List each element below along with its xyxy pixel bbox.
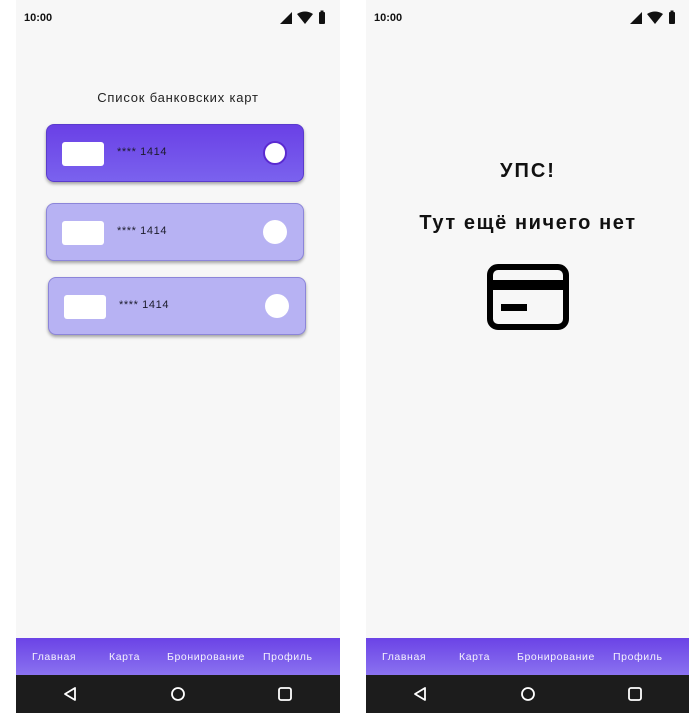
bank-card-3[interactable]: **** 1414 [48,277,306,335]
card-number: **** 1414 [117,146,168,158]
signal-icon [630,12,642,24]
nav-item-booking[interactable]: Бронирование [167,651,245,663]
empty-cards-screen: 10:00 УПС! Тут ещё ничего нет Главная Ка… [366,0,689,713]
back-icon[interactable] [62,686,78,702]
card-thumbnail [62,221,104,245]
status-time: 10:00 [374,12,403,24]
bottom-navigation: Главная Карта Бронирование Профиль [16,638,340,675]
home-icon[interactable] [520,686,536,702]
nav-item-map[interactable]: Карта [459,651,490,663]
card-radio-selected[interactable] [263,141,287,165]
oops-title: УПС! [500,160,556,182]
empty-message: Тут ещё ничего нет [419,212,637,234]
cards-list-screen: 10:00 Список банковских карт **** 1414 *… [16,0,340,713]
system-navigation-bar [16,675,340,713]
credit-card-icon [487,264,569,330]
bottom-navigation: Главная Карта Бронирование Профиль [366,638,689,675]
nav-item-home[interactable]: Главная [32,651,76,663]
card-number: **** 1414 [117,225,168,237]
battery-icon [669,12,675,24]
status-bar: 10:00 [366,0,689,34]
status-time: 10:00 [24,12,53,24]
nav-item-profile[interactable]: Профиль [263,651,313,663]
system-navigation-bar [366,675,689,713]
home-icon[interactable] [170,686,186,702]
nav-item-map[interactable]: Карта [109,651,140,663]
card-thumbnail [64,295,106,319]
nav-item-booking[interactable]: Бронирование [517,651,595,663]
recents-icon[interactable] [627,686,643,702]
card-thumbnail [62,142,104,166]
signal-icon [280,12,292,24]
status-bar: 10:00 [16,0,340,34]
card-radio[interactable] [263,220,287,244]
status-icons [280,10,325,24]
card-radio[interactable] [265,294,289,318]
back-icon[interactable] [412,686,428,702]
wifi-icon [647,11,663,24]
status-icons [630,10,675,24]
card-number: **** 1414 [119,299,170,311]
battery-icon [319,12,325,24]
recents-icon[interactable] [277,686,293,702]
nav-item-home[interactable]: Главная [382,651,426,663]
wifi-icon [297,11,313,24]
page-title: Список банковских карт [97,90,259,105]
bank-card-2[interactable]: **** 1414 [46,203,304,261]
nav-item-profile[interactable]: Профиль [613,651,663,663]
bank-card-1[interactable]: **** 1414 [46,124,304,182]
